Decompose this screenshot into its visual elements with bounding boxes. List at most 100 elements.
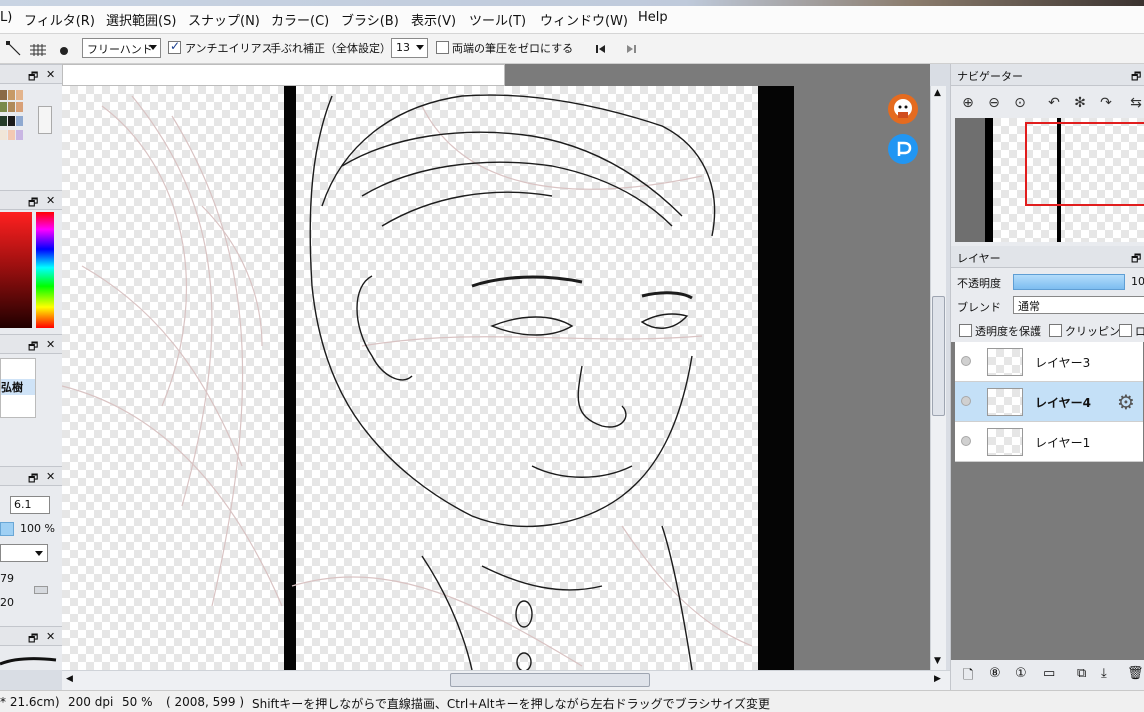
- blend-select-partial[interactable]: [0, 544, 48, 562]
- menu-select[interactable]: 選択範囲(S): [106, 10, 176, 29]
- navigator-header: ナビゲーター 🗗: [951, 64, 1144, 86]
- document-tab[interactable]: [62, 64, 505, 86]
- rotate-left-icon[interactable]: ↶: [1045, 94, 1063, 112]
- stroke-mode-select[interactable]: フリーハンド: [82, 38, 161, 58]
- layer-row[interactable]: レイヤー3: [955, 342, 1143, 382]
- opacity-slider[interactable]: [0, 522, 14, 536]
- horizontal-scrollbar[interactable]: ◀ ▶: [62, 670, 950, 690]
- param-slider-thumb[interactable]: [34, 586, 48, 594]
- preview-panel-header: 🗗 ✕: [0, 626, 62, 646]
- canvas-area[interactable]: [62, 64, 930, 670]
- layer-name: レイヤー4: [1035, 396, 1091, 410]
- duplicate-layer-icon[interactable]: ⧉: [1077, 666, 1086, 681]
- rotate-right-icon[interactable]: ↷: [1097, 94, 1115, 112]
- scroll-left-icon[interactable]: ◀: [66, 674, 73, 684]
- status-hint: Shiftキーを押しながらで直線描画、Ctrl+Altキーを押しながら左右ドラッ…: [252, 697, 770, 711]
- visibility-icon[interactable]: [961, 396, 971, 406]
- param-b-value: 20: [0, 596, 14, 609]
- lock-checkbox[interactable]: [1119, 324, 1132, 337]
- layer-row[interactable]: レイヤー1: [955, 422, 1143, 462]
- hue-slider[interactable]: [36, 212, 54, 328]
- pressure-checkbox[interactable]: [436, 41, 449, 54]
- rotate-reset-icon[interactable]: ✻: [1071, 94, 1089, 112]
- layer-panel-header: レイヤー 🗗: [951, 246, 1144, 268]
- new-1bit-layer-icon[interactable]: ①: [1015, 666, 1027, 681]
- menu-tool[interactable]: ツール(T): [469, 10, 526, 29]
- float-icon[interactable]: 🗗: [28, 338, 38, 357]
- layer-panel-title: レイヤー: [957, 252, 1001, 265]
- scroll-up-icon[interactable]: ▲: [934, 88, 941, 98]
- menu-filter[interactable]: フィルタ(R): [24, 10, 95, 29]
- brush-list-item[interactable]: 弘樹: [1, 379, 35, 395]
- saturation-value-picker[interactable]: [0, 212, 32, 328]
- blend-select[interactable]: 通常: [1013, 296, 1144, 314]
- brush-size-field[interactable]: 6.1: [10, 496, 50, 514]
- prev-icon[interactable]: [590, 38, 610, 58]
- color-swatches[interactable]: [0, 86, 36, 152]
- layer-opacity-label: 不透明度: [957, 277, 1001, 290]
- zoom-in-icon[interactable]: ⊕: [959, 94, 977, 112]
- gear-icon[interactable]: ⚙: [1117, 390, 1135, 414]
- scroll-right-icon[interactable]: ▶: [934, 674, 941, 684]
- layer-opacity-slider[interactable]: [1013, 274, 1125, 290]
- visibility-icon[interactable]: [961, 436, 971, 446]
- navigator-preview[interactable]: [955, 118, 1144, 242]
- pixiv-icon[interactable]: [888, 134, 918, 164]
- menu-color[interactable]: カラー(C): [271, 10, 329, 29]
- horizontal-scroll-thumb[interactable]: [450, 673, 650, 687]
- float-icon[interactable]: 🗗: [1131, 250, 1141, 269]
- menu-layer[interactable]: L): [0, 10, 12, 25]
- close-icon[interactable]: ✕: [46, 470, 55, 483]
- zoom-fit-icon[interactable]: ⊙: [1011, 94, 1029, 112]
- menu-view[interactable]: 表示(V): [411, 10, 456, 29]
- dot-brush-icon[interactable]: [55, 38, 75, 58]
- brush-list[interactable]: 弘樹: [0, 358, 36, 418]
- zoom-out-icon[interactable]: ⊖: [985, 94, 1003, 112]
- float-icon[interactable]: 🗗: [28, 194, 38, 213]
- status-canvas-size: * 21.6cm): [0, 695, 60, 709]
- next-icon[interactable]: [620, 38, 640, 58]
- color-panel-header: 🗗 ✕: [0, 190, 62, 210]
- visibility-icon[interactable]: [961, 356, 971, 366]
- delete-layer-icon[interactable]: 🗑: [1127, 666, 1144, 681]
- swatch-scroll-thumb[interactable]: [38, 106, 52, 134]
- preserve-opacity-checkbox[interactable]: [959, 324, 972, 337]
- stabilizer-label: 手ぶれ補正（全体設定）: [270, 42, 391, 55]
- flip-icon[interactable]: ⇆: [1127, 94, 1144, 112]
- line-tool-icon[interactable]: [3, 38, 23, 58]
- close-icon[interactable]: ✕: [46, 630, 55, 643]
- antialias-checkbox[interactable]: ✓: [168, 39, 181, 54]
- close-icon[interactable]: ✕: [46, 338, 55, 351]
- new-layer-icon[interactable]: 🗋: [963, 666, 973, 688]
- clipping-checkbox[interactable]: [1049, 324, 1062, 337]
- close-icon[interactable]: ✕: [46, 194, 55, 207]
- vertical-scroll-thumb[interactable]: [932, 296, 945, 416]
- check-icon: ✓: [170, 39, 181, 53]
- layer-row-selected[interactable]: レイヤー4 ⚙: [955, 382, 1143, 422]
- float-icon[interactable]: 🗗: [28, 470, 38, 489]
- merge-down-icon[interactable]: ⤓: [1101, 666, 1107, 681]
- menu-snap[interactable]: スナップ(N): [188, 10, 260, 29]
- vertical-scrollbar[interactable]: ▲ ▼: [930, 86, 946, 670]
- stabilizer-select[interactable]: 13: [391, 38, 428, 58]
- pressure-label: 両端の筆圧をゼロにする: [452, 42, 574, 55]
- folder-icon[interactable]: ▭: [1043, 666, 1055, 681]
- float-icon[interactable]: 🗗: [28, 630, 38, 649]
- stabilizer-value: 13: [396, 41, 410, 54]
- menu-window[interactable]: ウィンドウ(W): [540, 10, 628, 29]
- menu-help[interactable]: Help: [638, 10, 668, 25]
- menu-bar: L) フィルタ(R) 選択範囲(S) スナップ(N) カラー(C) ブラシ(B)…: [0, 0, 1144, 34]
- left-panel-column: 🗗 ✕ 🗗 ✕ 🗗 ✕ 弘樹 🗗 ✕ 6.1 100 % 79 20 🗗 ✕: [0, 64, 62, 670]
- menu-brush[interactable]: ブラシ(B): [341, 10, 399, 29]
- close-icon[interactable]: ✕: [46, 68, 55, 81]
- brush-settings-header: 🗗 ✕: [0, 466, 62, 486]
- nav-border-left: [985, 118, 993, 242]
- new-8bit-layer-icon[interactable]: ⑧: [989, 666, 1001, 681]
- avatar-icon[interactable]: [888, 94, 918, 124]
- float-icon[interactable]: 🗗: [1131, 68, 1141, 87]
- scroll-down-icon[interactable]: ▼: [934, 656, 941, 666]
- navigator-view-frame[interactable]: [1025, 122, 1144, 206]
- grid-icon[interactable]: [27, 38, 47, 58]
- float-icon[interactable]: 🗗: [28, 68, 38, 87]
- layer-thumbnail: [987, 428, 1023, 456]
